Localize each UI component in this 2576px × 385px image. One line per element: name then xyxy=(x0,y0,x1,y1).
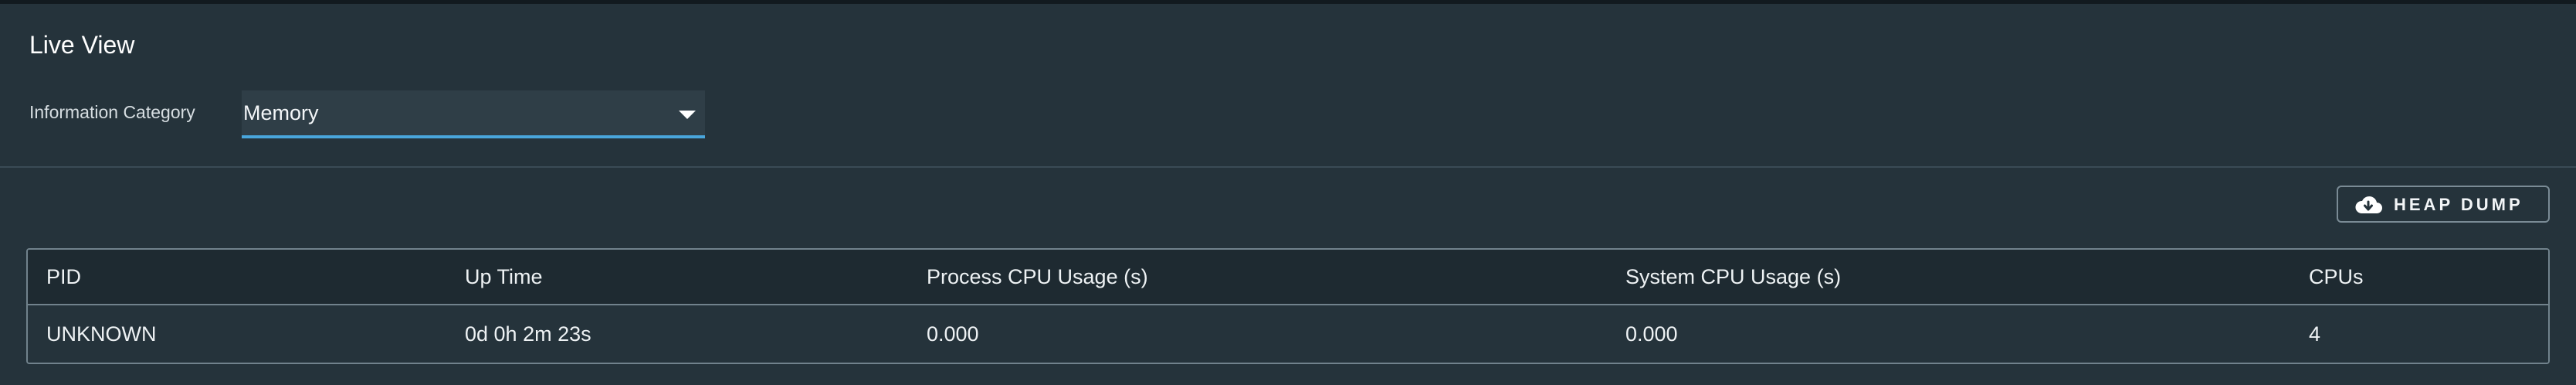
cell-system-cpu-usage: 0.000 xyxy=(1625,322,1678,346)
information-category-select[interactable]: Memory xyxy=(242,90,705,138)
cell-process-cpu-usage: 0.000 xyxy=(927,322,979,346)
chevron-down-icon xyxy=(679,111,696,119)
information-category-value: Memory xyxy=(243,101,319,124)
table-header-row: PID Up Time Process CPU Usage (s) System… xyxy=(28,250,2548,305)
column-header-cpus[interactable]: CPUs xyxy=(2309,250,2364,304)
heap-dump-label: HEAP DUMP xyxy=(2394,195,2523,214)
window-top-border xyxy=(0,0,2576,4)
information-category-label: Information Category xyxy=(29,102,195,122)
column-header-system-cpu-usage[interactable]: System CPU Usage (s) xyxy=(1625,250,1841,304)
heap-dump-button[interactable]: HEAP DUMP xyxy=(2337,186,2550,223)
process-info-table: PID Up Time Process CPU Usage (s) System… xyxy=(26,248,2550,364)
column-header-process-cpu-usage[interactable]: Process CPU Usage (s) xyxy=(927,250,1148,304)
cell-cpus: 4 xyxy=(2309,322,2321,346)
column-header-up-time[interactable]: Up Time xyxy=(465,250,543,304)
cloud-download-icon xyxy=(2355,196,2382,213)
table-row: UNKNOWN 0d 0h 2m 23s 0.000 0.000 4 xyxy=(28,305,2548,363)
cell-up-time: 0d 0h 2m 23s xyxy=(465,322,591,346)
column-header-pid[interactable]: PID xyxy=(46,250,81,304)
cell-pid: UNKNOWN xyxy=(46,322,157,346)
section-divider xyxy=(0,166,2576,168)
page-title: Live View xyxy=(29,31,135,59)
